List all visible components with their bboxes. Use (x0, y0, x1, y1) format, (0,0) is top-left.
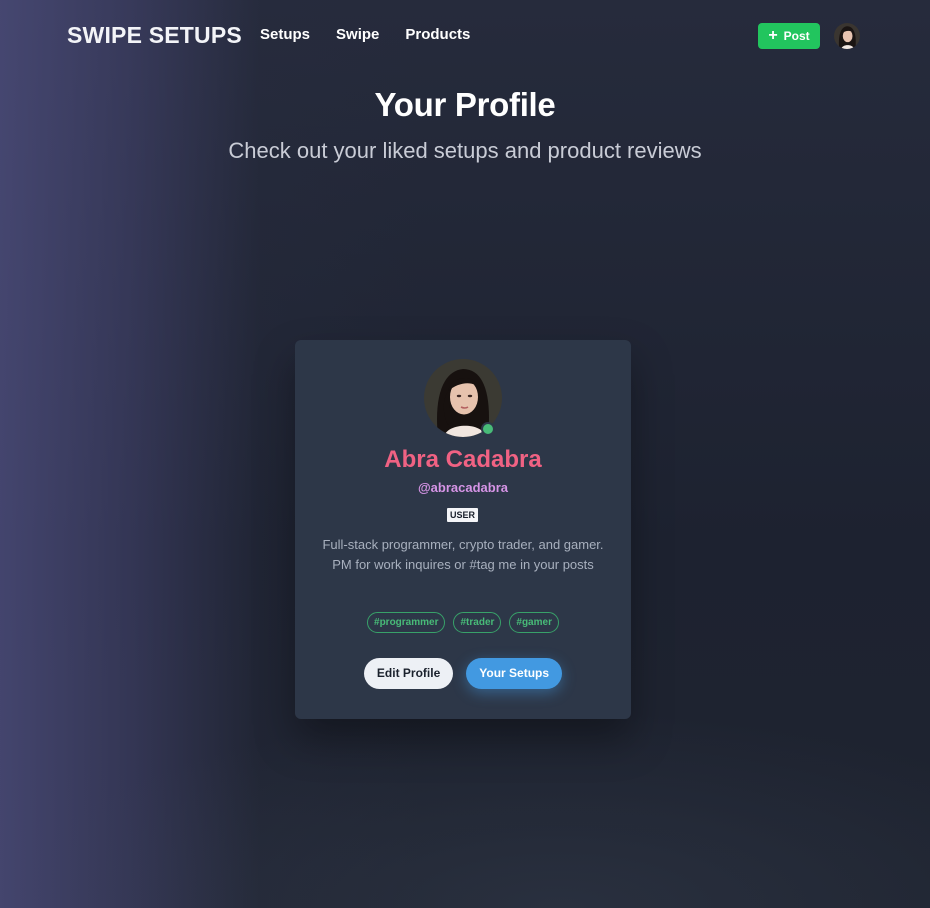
profile-card: Abra Cadabra @abracadabra USER Full-stac… (295, 340, 631, 719)
plus-icon: + (768, 26, 778, 44)
profile-bio: Full-stack programmer, crypto trader, an… (322, 537, 604, 572)
post-button-label: Post (783, 29, 810, 43)
online-status-indicator (481, 422, 495, 436)
nav-link-products[interactable]: Products (405, 26, 470, 43)
nav-links: Setups Swipe Products (260, 26, 470, 43)
user-avatar-menu[interactable] (834, 23, 860, 49)
tag-gamer[interactable]: #gamer (509, 612, 559, 633)
profile-actions: Edit Profile Your Setups (295, 658, 631, 689)
profile-name: Abra Cadabra (384, 446, 542, 473)
top-navbar: SWIPE SETUPS Setups Swipe Products + Pos… (0, 0, 930, 72)
page-subtitle: Check out your liked setups and product … (228, 138, 702, 163)
role-badge: USER (447, 508, 479, 522)
post-button[interactable]: + Post (758, 23, 820, 49)
page-title: Your Profile (374, 86, 556, 123)
your-setups-button[interactable]: Your Setups (466, 658, 563, 689)
brand-logo[interactable]: SWIPE SETUPS (67, 22, 242, 49)
nav-link-swipe[interactable]: Swipe (336, 26, 379, 43)
tag-trader[interactable]: #trader (453, 612, 502, 633)
avatar-image (834, 23, 860, 49)
nav-link-setups[interactable]: Setups (260, 26, 310, 43)
profile-handle: @abracadabra (418, 480, 508, 495)
profile-tags: #programmer #trader #gamer (295, 612, 631, 633)
tag-programmer[interactable]: #programmer (367, 612, 446, 633)
edit-profile-button[interactable]: Edit Profile (363, 658, 454, 689)
profile-avatar (424, 359, 502, 437)
